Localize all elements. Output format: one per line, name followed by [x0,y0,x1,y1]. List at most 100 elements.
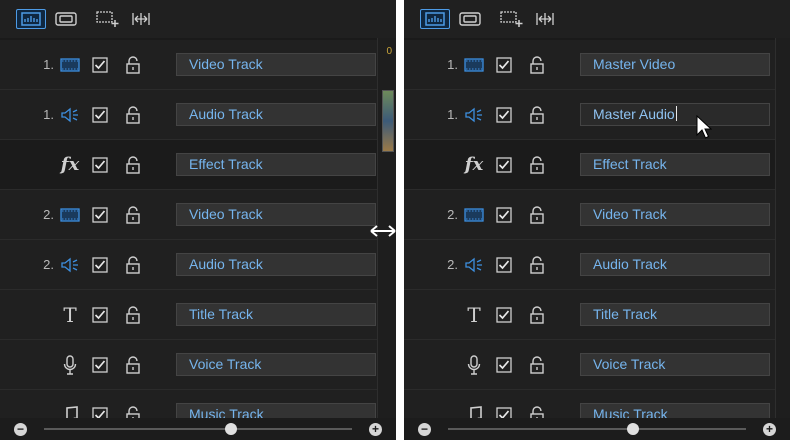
timeline-edge[interactable] [775,38,790,418]
track-name-field[interactable]: Master Video [580,52,770,76]
track-name-field[interactable]: Video Track [176,52,376,76]
track-name-field[interactable]: Audio Track [176,102,376,126]
unlock-icon[interactable] [529,155,545,174]
track-enable-checkbox[interactable] [92,206,108,223]
zoom-slider-track[interactable] [448,428,746,430]
track-manager-button[interactable] [16,9,46,29]
track-enable-checkbox[interactable] [496,256,512,273]
track-row[interactable]: 2. Audio Track [0,240,382,290]
zoom-in-button[interactable]: + [763,423,776,436]
unlock-icon[interactable] [125,255,141,274]
track-name-field[interactable]: Audio Track [580,252,770,276]
track-manager-icon [21,12,41,26]
track-row[interactable]: 2. Video Track [404,190,776,240]
unlock-icon[interactable] [125,105,141,124]
track-name-field[interactable]: Title Track [580,302,770,326]
track-enable-checkbox[interactable] [92,256,108,273]
track-row[interactable]: T Title Track [0,290,382,340]
track-name-field[interactable]: Master Audio [580,102,770,126]
track-name-field[interactable]: Effect Track [176,152,376,176]
unlock-icon[interactable] [125,55,141,74]
track-row[interactable]: Voice Track [0,340,382,390]
track-enable-checkbox[interactable] [496,156,512,173]
zoom-slider-track[interactable] [44,428,352,430]
track-enable-checkbox[interactable] [92,306,108,323]
add-track-button[interactable] [94,9,122,29]
track-enable-checkbox[interactable] [92,356,108,373]
audio-track-icon [460,90,488,139]
unlock-icon[interactable] [529,355,545,374]
video-track-icon [460,190,488,239]
microphone-icon [56,340,84,389]
unlock-icon[interactable] [125,205,141,224]
track-enable-checkbox[interactable] [92,106,108,123]
add-track-icon [500,11,523,27]
fit-timeline-button[interactable] [532,9,558,29]
track-row[interactable]: 1. Video Track [0,40,382,90]
track-number [440,290,458,339]
unlock-icon[interactable] [125,155,141,174]
track-name-field[interactable]: Audio Track [176,252,376,276]
display-mode-icon [459,12,481,26]
display-mode-button[interactable] [455,9,485,29]
timeline-time-fragment: 0 [386,46,392,57]
fit-timeline-icon [132,13,150,25]
add-track-button[interactable] [498,9,526,29]
unlock-icon[interactable] [529,255,545,274]
track-row[interactable]: 1. Master Audio [404,90,776,140]
track-name-field[interactable]: Voice Track [580,352,770,376]
fit-timeline-icon [536,13,554,25]
track-number [36,140,54,189]
fit-timeline-button[interactable] [128,9,154,29]
zoom-slider-thumb[interactable] [225,423,237,435]
track-row[interactable]: 2. Video Track [0,190,382,240]
track-row[interactable]: fx Effect Track [404,140,776,190]
track-name-text: Audio Track [189,105,263,122]
add-track-icon [96,11,119,27]
track-row[interactable]: 1. Master Video [404,40,776,90]
track-row[interactable]: Voice Track [404,340,776,390]
track-row[interactable]: 1. Audio Track [0,90,382,140]
track-row[interactable]: 2. Audio Track [404,240,776,290]
unlock-icon[interactable] [529,55,545,74]
track-number: 2. [43,207,54,222]
video-track-icon [56,40,84,89]
clip-thumbnail [382,90,394,152]
track-enable-checkbox[interactable] [496,56,512,73]
track-number: 1. [43,107,54,122]
track-enable-checkbox[interactable] [92,56,108,73]
track-name-field[interactable]: Video Track [580,202,770,226]
zoom-in-button[interactable]: + [369,423,382,436]
track-row[interactable]: T Title Track [404,290,776,340]
track-enable-checkbox[interactable] [496,356,512,373]
track-name-text: Voice Track [189,355,262,372]
unlock-icon[interactable] [529,105,545,124]
mouse-pointer-icon [696,115,712,139]
track-row[interactable]: fx Effect Track [0,140,382,190]
track-enable-checkbox[interactable] [496,306,512,323]
unlock-icon[interactable] [125,305,141,324]
track-number [440,340,458,389]
track-name-field[interactable]: Title Track [176,302,376,326]
track-number: 1. [43,57,54,72]
unlock-icon[interactable] [529,205,545,224]
zoom-bar: − + [404,418,790,440]
track-name-field[interactable]: Video Track [176,202,376,226]
track-enable-checkbox[interactable] [92,156,108,173]
track-toolbar [404,0,790,38]
zoom-out-button[interactable]: − [418,423,431,436]
zoom-slider-thumb[interactable] [627,423,639,435]
track-list: 1. Video Track 1. Audio Track fx Effect Track… [0,40,382,440]
title-track-icon: T [56,290,84,339]
unlock-icon[interactable] [529,305,545,324]
track-enable-checkbox[interactable] [496,106,512,123]
track-name-text: Voice Track [593,355,666,372]
track-enable-checkbox[interactable] [496,206,512,223]
track-name-field[interactable]: Effect Track [580,152,770,176]
unlock-icon[interactable] [125,355,141,374]
track-manager-button[interactable] [420,9,450,29]
microphone-icon [460,340,488,389]
track-name-field[interactable]: Voice Track [176,352,376,376]
display-mode-button[interactable] [51,9,81,29]
zoom-out-button[interactable]: − [14,423,27,436]
